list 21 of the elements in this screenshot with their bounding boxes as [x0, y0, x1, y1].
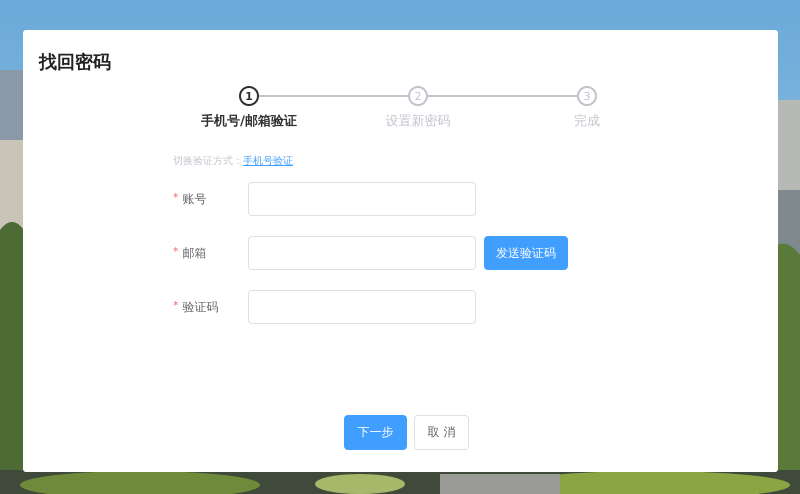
next-button[interactable]: 下一步 [344, 415, 407, 450]
step-number: 1 [239, 86, 259, 106]
field-label: 验证码 [182, 298, 218, 316]
step-number: 3 [577, 86, 597, 106]
input-field[interactable] [248, 236, 476, 270]
input-field[interactable] [248, 182, 476, 216]
cancel-button[interactable]: 取 消 [414, 415, 469, 450]
step-number: 2 [408, 86, 428, 106]
field-label: 账号 [182, 190, 206, 208]
required-mark: * [173, 298, 178, 314]
field-label: 邮箱 [182, 244, 206, 262]
switch-method-label: 切换验证方式： [173, 154, 243, 168]
required-mark: * [173, 190, 178, 206]
dialog-title: 找回密码 [39, 51, 111, 74]
step-label: 设置新密码 [386, 113, 450, 130]
step-label: 手机号/邮箱验证 [201, 112, 297, 130]
step-label: 完成 [574, 113, 600, 130]
required-mark: * [173, 244, 178, 260]
switch-method-link[interactable]: 手机号验证 [243, 154, 293, 168]
input-field[interactable] [248, 290, 476, 324]
send-code-button[interactable]: 发送验证码 [484, 236, 568, 270]
